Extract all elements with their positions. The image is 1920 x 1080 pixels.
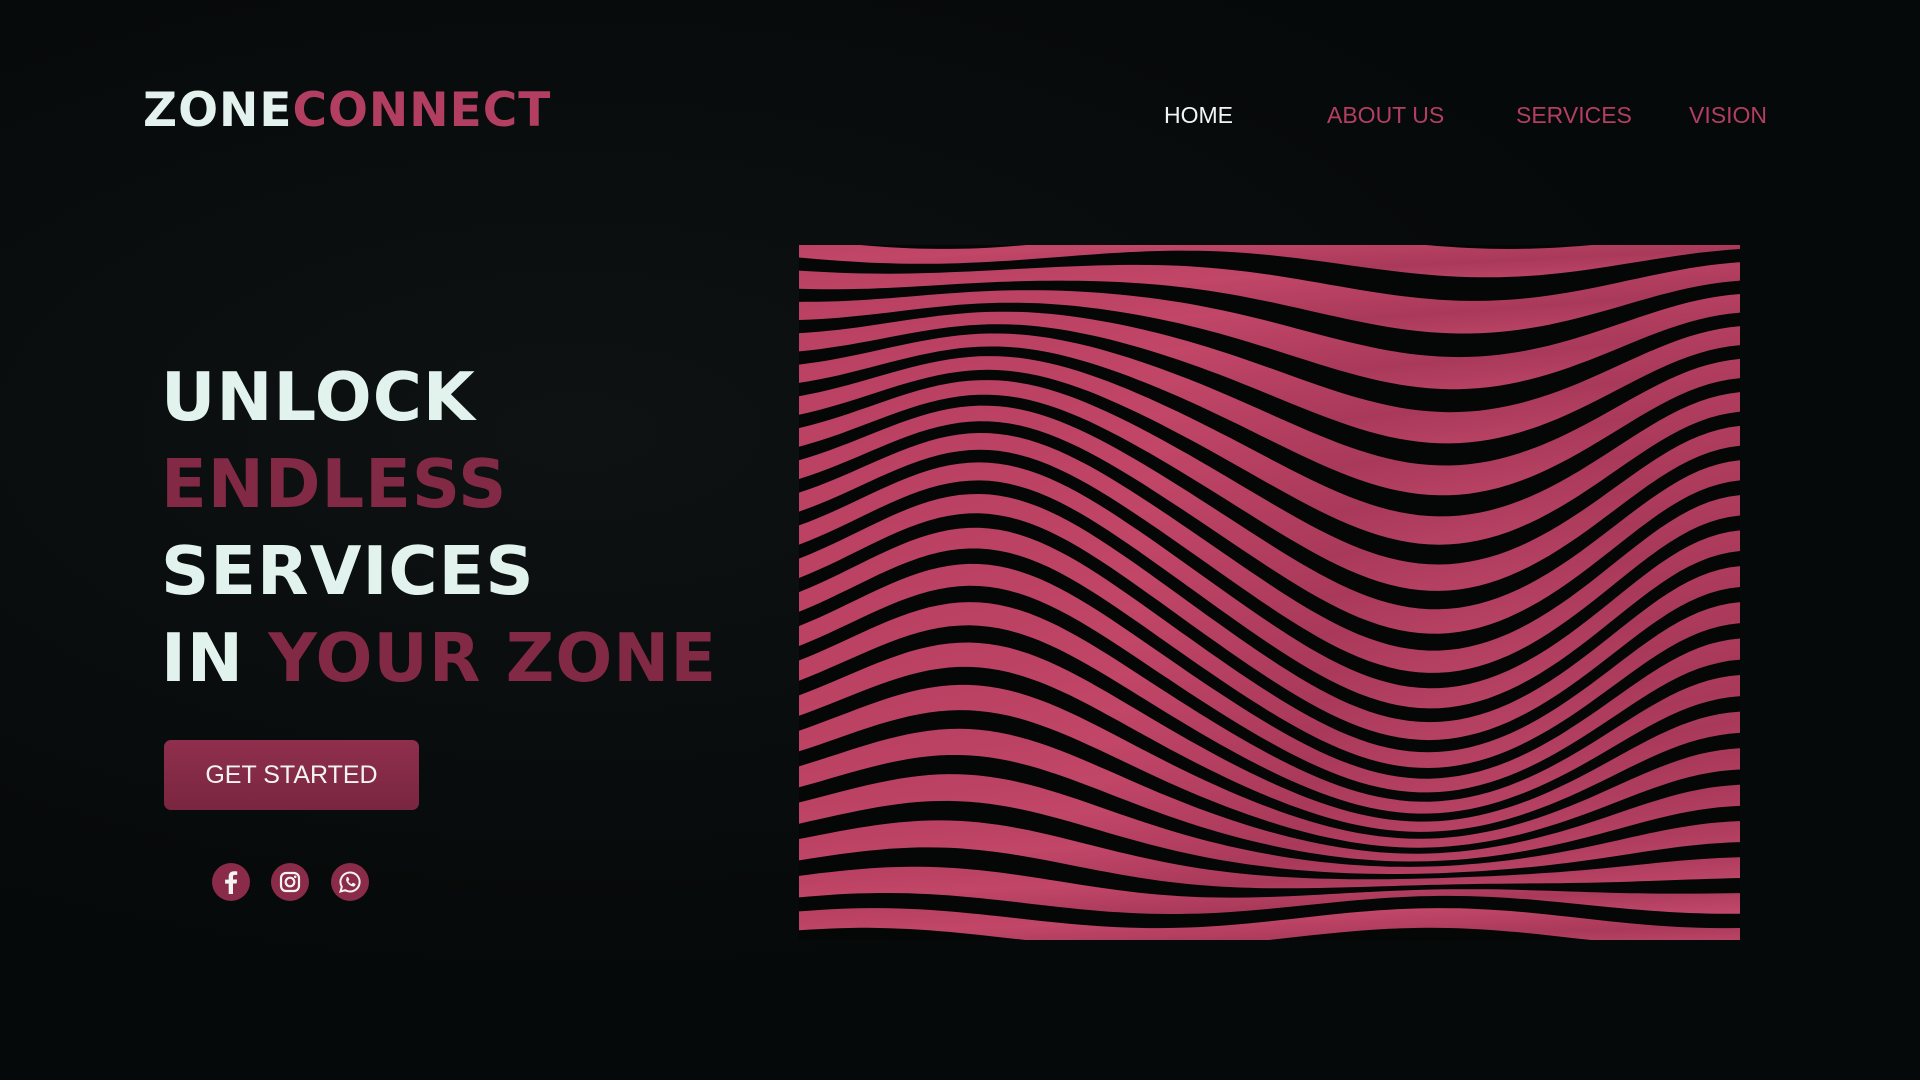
main-nav: HOME ABOUT US SERVICES VISION [0,101,1920,131]
get-started-button[interactable]: GET STARTED [164,740,419,810]
nav-item-about-us[interactable]: ABOUT US [1327,101,1444,129]
nav-item-home[interactable]: HOME [1164,101,1233,129]
hero-line-in-your-zone: IN YOUR ZONE [161,615,717,702]
hero-line-endless: ENDLESS [161,445,508,523]
wavy-stripes-artwork [799,245,1740,940]
nav-item-vision[interactable]: VISION [1689,101,1767,129]
hero-headline: UNLOCK ENDLESS SERVICES IN YOUR ZONE [161,354,717,702]
hero-line-services: SERVICES [161,532,535,610]
whatsapp-icon[interactable] [331,863,369,901]
landing-page: ZONECONNECT HOME ABOUT US SERVICES VISIO… [0,0,1920,1080]
facebook-icon[interactable] [212,863,250,901]
hero-line-unlock: UNLOCK [161,358,476,436]
hero-word-in: IN [161,619,245,697]
nav-item-services[interactable]: SERVICES [1516,101,1632,129]
wave-pattern-graphic [799,245,1740,940]
hero-words-your-zone: YOUR ZONE [268,619,718,697]
instagram-icon[interactable] [271,863,309,901]
